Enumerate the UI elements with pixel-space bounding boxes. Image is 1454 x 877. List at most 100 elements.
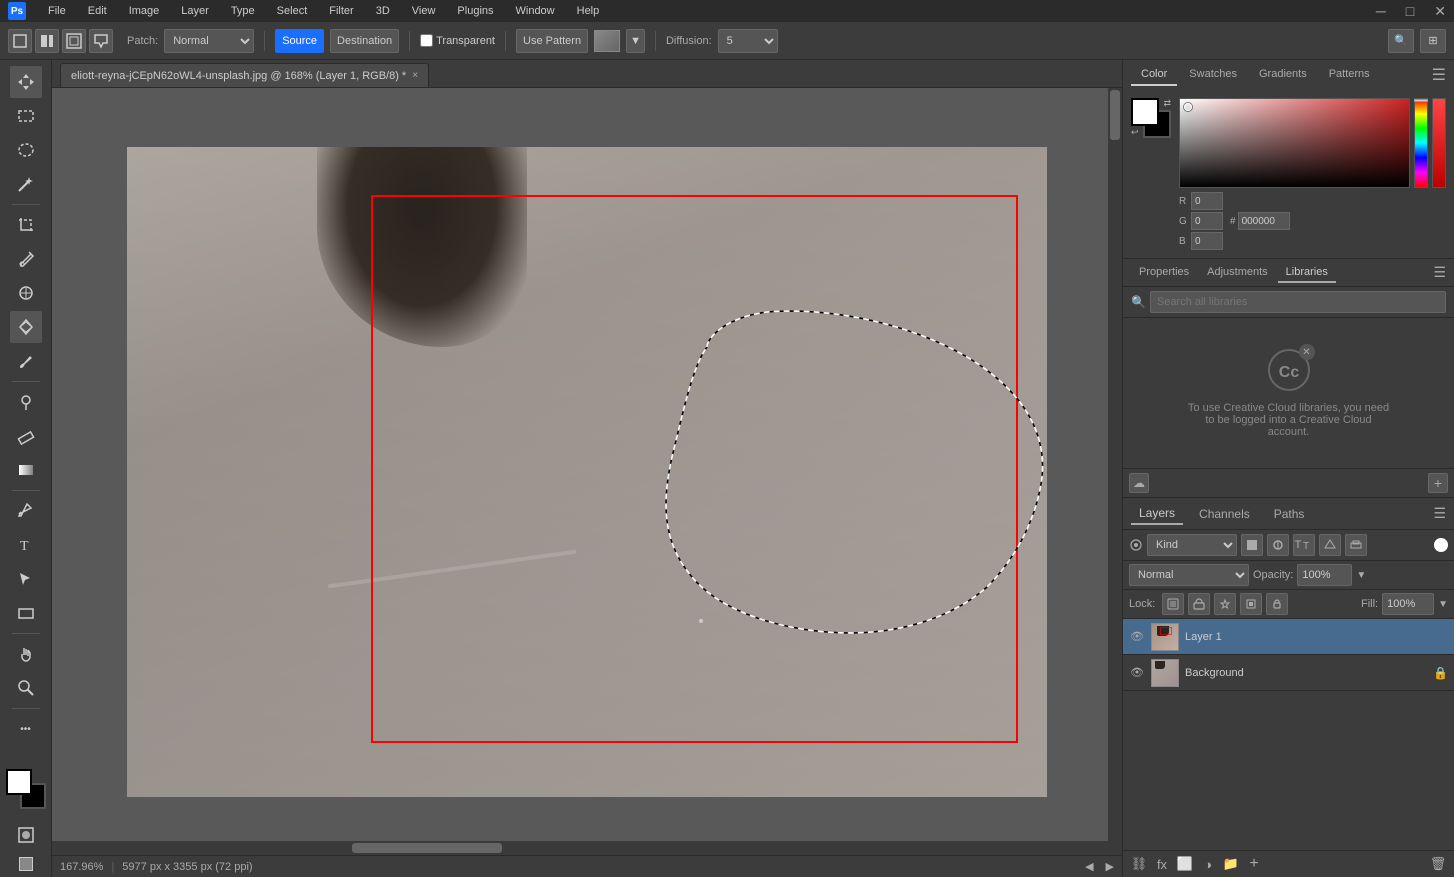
tab-properties[interactable]: Properties — [1131, 263, 1197, 283]
menu-view[interactable]: View — [408, 3, 440, 19]
canvas-image[interactable]: .marching-ants { fill: none; stroke: whi… — [127, 147, 1047, 797]
lock-artboard-btn[interactable] — [1240, 593, 1262, 615]
minimize-btn[interactable]: ─ — [1376, 3, 1386, 19]
zoom-tool[interactable] — [10, 672, 42, 704]
tool-icon-2[interactable] — [35, 29, 59, 53]
pattern-dropdown-btn[interactable]: ▼ — [626, 29, 645, 53]
swap-colors-btn[interactable]: ⇄ — [1163, 98, 1171, 109]
vertical-scrollbar[interactable] — [1108, 88, 1122, 841]
move-tool[interactable] — [10, 66, 42, 98]
eraser-tool[interactable] — [10, 420, 42, 452]
text-tool[interactable]: T — [10, 529, 42, 561]
fill-input[interactable] — [1382, 593, 1434, 615]
prop-panel-menu[interactable]: ☰ — [1433, 264, 1446, 281]
layer-fx-btn[interactable]: fx — [1152, 854, 1172, 874]
clone-stamp-tool[interactable] — [10, 386, 42, 418]
lock-pixels-btn[interactable] — [1162, 593, 1184, 615]
crop-tool[interactable] — [10, 209, 42, 241]
menu-select[interactable]: Select — [273, 3, 312, 19]
vertical-scrollbar-thumb[interactable] — [1110, 90, 1120, 140]
opacity-dropdown[interactable]: ▼ — [1356, 570, 1366, 581]
layers-tab-paths[interactable]: Paths — [1266, 504, 1313, 524]
panel-menu-btn[interactable]: ☰ — [1432, 65, 1446, 85]
patch-mode-select[interactable]: Normal — [164, 29, 254, 53]
tool-icon-1[interactable] — [8, 29, 32, 53]
tool-icon-4[interactable] — [89, 29, 113, 53]
menu-edit[interactable]: Edit — [84, 3, 111, 19]
use-pattern-button[interactable]: Use Pattern — [516, 29, 588, 53]
menu-3d[interactable]: 3D — [372, 3, 394, 19]
transparent-checkbox[interactable] — [420, 34, 433, 47]
lasso-tool[interactable] — [10, 134, 42, 166]
menu-window[interactable]: Window — [512, 3, 559, 19]
tab-patterns[interactable]: Patterns — [1319, 64, 1380, 86]
eyedropper-tool[interactable] — [10, 243, 42, 275]
layers-tab-channels[interactable]: Channels — [1191, 504, 1258, 524]
shape-tool[interactable] — [10, 597, 42, 629]
g-input[interactable] — [1191, 212, 1223, 230]
layer-filter-adjust[interactable] — [1267, 534, 1289, 556]
layer-new-btn[interactable]: + — [1244, 854, 1264, 874]
libraries-search-input[interactable] — [1150, 291, 1446, 313]
opacity-input[interactable] — [1297, 564, 1352, 586]
tab-swatches[interactable]: Swatches — [1179, 64, 1247, 86]
foreground-color[interactable] — [6, 769, 32, 795]
layer-delete-btn[interactable]: 🗑 — [1428, 854, 1448, 874]
horizontal-scrollbar[interactable] — [52, 841, 1108, 855]
pattern-thumbnail[interactable] — [594, 30, 620, 52]
canvas-viewport[interactable]: .marching-ants { fill: none; stroke: whi… — [52, 88, 1122, 855]
layers-tab-layers[interactable]: Layers — [1131, 503, 1183, 525]
libraries-cloud-btn[interactable]: ☁ — [1129, 473, 1149, 493]
tab-adjustments[interactable]: Adjustments — [1199, 263, 1276, 283]
r-input[interactable] — [1191, 192, 1223, 210]
fill-dropdown[interactable]: ▼ — [1438, 599, 1448, 610]
reset-colors-btn[interactable]: ↩ — [1131, 127, 1139, 138]
menu-layer[interactable]: Layer — [177, 3, 213, 19]
color-gradient-box[interactable] — [1179, 98, 1410, 188]
workspace-btn[interactable]: ⊞ — [1420, 29, 1446, 53]
menu-plugins[interactable]: Plugins — [453, 3, 497, 19]
tab-close-btn[interactable]: × — [412, 70, 418, 81]
layer-adjustment-btn[interactable]: ◑ — [1198, 854, 1218, 874]
transparent-checkbox-label[interactable]: Transparent — [420, 34, 495, 47]
fg-color-swatch[interactable] — [1131, 98, 1159, 126]
quick-mask-btn[interactable] — [10, 819, 42, 851]
menu-filter[interactable]: Filter — [325, 3, 357, 19]
layer1-visibility-toggle[interactable]: 👁 — [1129, 630, 1145, 643]
layer-filter-smart[interactable] — [1345, 534, 1367, 556]
layers-panel-menu[interactable]: ☰ — [1433, 505, 1446, 522]
status-next-btn[interactable]: ▶ — [1106, 860, 1114, 873]
background-visibility-toggle[interactable]: 👁 — [1129, 666, 1145, 679]
menu-file[interactable]: File — [44, 3, 70, 19]
hex-input[interactable] — [1238, 212, 1290, 230]
horizontal-scrollbar-thumb[interactable] — [352, 843, 502, 853]
menu-type[interactable]: Type — [227, 3, 259, 19]
screen-mode-btn[interactable] — [19, 857, 33, 871]
layer-item-layer1[interactable]: 👁 Layer 1 — [1123, 619, 1454, 655]
lock-image-btn[interactable] — [1188, 593, 1210, 615]
search-btn[interactable]: 🔍 — [1388, 29, 1414, 53]
blend-mode-select[interactable]: Normal — [1129, 564, 1249, 586]
tab-gradients[interactable]: Gradients — [1249, 64, 1317, 86]
rectangular-marquee-tool[interactable] — [10, 100, 42, 132]
b-input[interactable] — [1191, 232, 1223, 250]
layer-filter-shape[interactable] — [1319, 534, 1341, 556]
tab-color[interactable]: Color — [1131, 64, 1177, 86]
patch-tool[interactable] — [10, 311, 42, 343]
close-btn[interactable]: ✕ — [1434, 3, 1446, 20]
magic-wand-tool[interactable] — [10, 168, 42, 200]
tab-libraries[interactable]: Libraries — [1278, 263, 1336, 283]
source-button[interactable]: Source — [275, 29, 324, 53]
document-tab[interactable]: eliott-reyna-jCEpN62oWL4-unsplash.jpg @ … — [60, 63, 429, 87]
more-tools-btn[interactable]: ••• — [10, 713, 42, 745]
layer-filter-type[interactable]: T T — [1293, 534, 1315, 556]
layer-filter-toggle[interactable] — [1434, 538, 1448, 552]
lock-position-btn[interactable] — [1214, 593, 1236, 615]
layer-filter-pixel[interactable] — [1241, 534, 1263, 556]
menu-image[interactable]: Image — [125, 3, 164, 19]
healing-brush-tool[interactable] — [10, 277, 42, 309]
diffusion-select[interactable]: 5 — [718, 29, 778, 53]
lock-all-btn[interactable] — [1266, 593, 1288, 615]
menu-help[interactable]: Help — [573, 3, 604, 19]
fg-bg-colors[interactable] — [6, 769, 46, 809]
